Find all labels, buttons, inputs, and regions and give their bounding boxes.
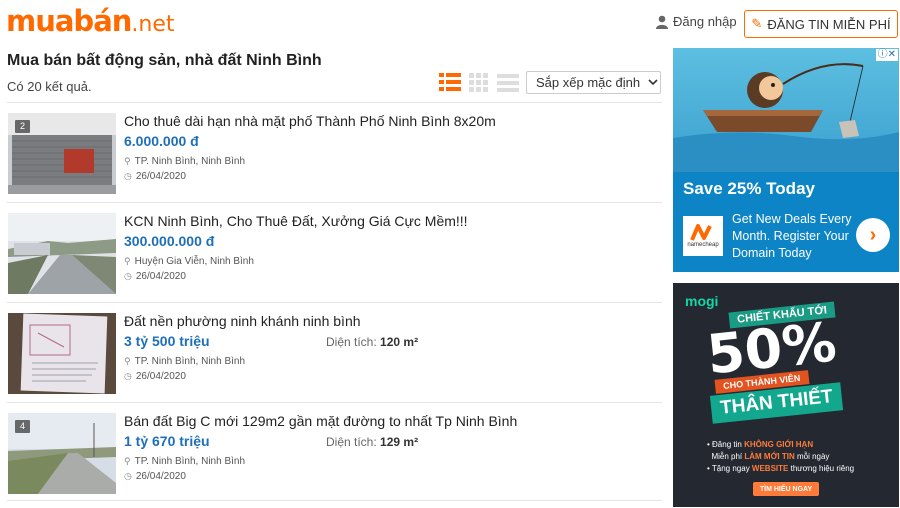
site-logo[interactable]: muabán .net <box>6 4 175 38</box>
sort-select[interactable]: Sắp xếp mặc định <box>526 71 661 94</box>
area-label: Diện tích: <box>326 335 377 349</box>
ad-bullet: • Tặng ngay WEBSITE thương hiệu riêng <box>707 464 855 473</box>
listing-photo[interactable] <box>8 313 116 394</box>
chevron-right-icon[interactable]: › <box>856 218 890 252</box>
listing-title[interactable]: Cho thuê dài hạn nhà mặt phố Thành Phố N… <box>124 113 496 129</box>
grid-view-icon[interactable] <box>469 72 489 92</box>
date-text: 26/04/2020 <box>135 371 186 382</box>
land-document-photo <box>8 313 116 394</box>
clock-icon: ◷ <box>124 471 132 481</box>
listing-panel: Mua bán bất động sản, nhà đất Ninh Bình … <box>7 50 662 501</box>
factory-road-photo <box>8 213 116 294</box>
area-value: 120 m² <box>380 335 419 349</box>
listing-photo[interactable]: 4 <box>8 413 116 494</box>
ad-bullet: • Đăng tin KHÔNG GIỚI HẠN <box>707 440 814 449</box>
post-listing-button[interactable]: ✎ ĐĂNG TIN MIỄN PHÍ <box>744 10 898 38</box>
listing-title[interactable]: Đất nền phường ninh khánh ninh bình <box>124 313 361 329</box>
listing-date: ◷ 26/04/2020 <box>124 271 186 282</box>
mogi-ad[interactable]: mogi CHIẾT KHẤU TỚI 50% CHO THÀNH VIÊN T… <box>673 283 899 507</box>
clock-icon: ◷ <box>124 271 132 281</box>
listing-photo[interactable]: 2 <box>8 113 116 194</box>
fishing-hedgehog-illustration <box>673 63 899 172</box>
location-text: TP. Ninh Bình, Ninh Bình <box>134 156 246 167</box>
listing-price: 1 tỷ 670 triệu <box>124 433 210 449</box>
view-toggles <box>439 72 519 92</box>
listing-price: 300.000.000 đ <box>124 233 215 249</box>
location-pin-icon: ⚲ <box>124 156 131 166</box>
location-text: Huyện Gia Viễn, Ninh Bình <box>134 256 254 267</box>
listing-date: ◷ 26/04/2020 <box>124 471 186 482</box>
ad-bullets: • Đăng tin KHÔNG GIỚI HẠN Miễn phí LÀM M… <box>707 439 854 475</box>
adchoices-icon[interactable]: ⓘ✕ <box>875 49 898 61</box>
location-pin-icon: ⚲ <box>124 456 131 466</box>
namecheap-ad[interactable]: ⓘ✕ Save 25% Today namecheap Get New Deal… <box>673 48 899 272</box>
location-pin-icon: ⚲ <box>124 256 131 266</box>
location-text: TP. Ninh Bình, Ninh Bình <box>134 456 246 467</box>
listing-photo[interactable] <box>8 213 116 294</box>
compact-view-icon[interactable] <box>497 72 519 92</box>
clock-icon: ◷ <box>124 171 132 181</box>
listing-item[interactable]: KCN Ninh Bình, Cho Thuê Đất, Xưởng Giá C… <box>7 202 662 302</box>
listing-price: 6.000.000 đ <box>124 133 199 149</box>
list-view-icon[interactable] <box>439 72 461 92</box>
area-value: 129 m² <box>380 435 419 449</box>
location-pin-icon: ⚲ <box>124 356 131 366</box>
listing-item[interactable]: Đất nền phường ninh khánh ninh bình 3 tỷ… <box>7 302 662 402</box>
logo-tld: .net <box>131 12 175 37</box>
sort-label: Sắp xếp mặc định <box>536 75 641 90</box>
user-icon <box>656 15 668 29</box>
login-label: Đăng nhập <box>673 14 737 29</box>
photo-count-badge: 4 <box>15 420 30 433</box>
date-text: 26/04/2020 <box>135 171 186 182</box>
listing-location: ⚲ TP. Ninh Bình, Ninh Bình <box>124 156 245 167</box>
clock-icon: ◷ <box>124 371 132 381</box>
date-text: 26/04/2020 <box>135 271 186 282</box>
chevron-down-icon <box>648 79 658 86</box>
listing-date: ◷ 26/04/2020 <box>124 371 186 382</box>
ad-body: Get New Deals Every Month. Register Your… <box>732 212 852 260</box>
ad-headline: Save 25% Today <box>683 179 815 198</box>
listing-title[interactable]: KCN Ninh Bình, Cho Thuê Đất, Xưởng Giá C… <box>124 213 468 229</box>
page-title: Mua bán bất động sản, nhà đất Ninh Bình <box>7 52 322 69</box>
ad-bullet: Miễn phí LÀM MỚI TIN mỗi ngày <box>711 452 830 461</box>
listing-area: Diện tích: 120 m² <box>326 335 418 349</box>
mogi-logo: mogi <box>685 293 719 309</box>
post-listing-label: ĐĂNG TIN MIỄN PHÍ <box>767 16 891 32</box>
listing-item[interactable]: 4 Bán đất Big C mới 129m2 gần mặt đường … <box>7 402 662 502</box>
area-label: Diện tích: <box>326 435 377 449</box>
site-header: muabán .net Đăng nhập ✎ ĐĂNG TIN MIỄN PHÍ <box>0 0 900 44</box>
listing-item[interactable]: 2 Cho thuê dài hạn nhà mặt phố Thành Phố… <box>7 102 662 202</box>
photo-count-badge: 2 <box>15 120 30 133</box>
ad-cta-button[interactable]: TÌM HIỂU NGAY <box>753 482 819 496</box>
namecheap-logo: namecheap <box>683 216 723 256</box>
listing-location: ⚲ Huyện Gia Viễn, Ninh Bình <box>124 256 254 267</box>
namecheap-wordmark: namecheap <box>687 242 719 248</box>
namecheap-n-icon <box>690 224 712 241</box>
location-text: TP. Ninh Bình, Ninh Bình <box>134 356 246 367</box>
logo-main: muabán <box>6 4 132 38</box>
listing-title[interactable]: Bán đất Big C mới 129m2 gần mặt đường to… <box>124 413 517 429</box>
listing-location: ⚲ TP. Ninh Bình, Ninh Bình <box>124 356 245 367</box>
login-link[interactable]: Đăng nhập <box>656 14 737 29</box>
listing-location: ⚲ TP. Ninh Bình, Ninh Bình <box>124 456 245 467</box>
list-divider <box>7 500 662 501</box>
listing-area: Diện tích: 129 m² <box>326 435 418 449</box>
date-text: 26/04/2020 <box>135 471 186 482</box>
listing-price: 3 tỷ 500 triệu <box>124 333 210 349</box>
pencil-icon: ✎ <box>751 16 763 31</box>
listing-date: ◷ 26/04/2020 <box>124 171 186 182</box>
